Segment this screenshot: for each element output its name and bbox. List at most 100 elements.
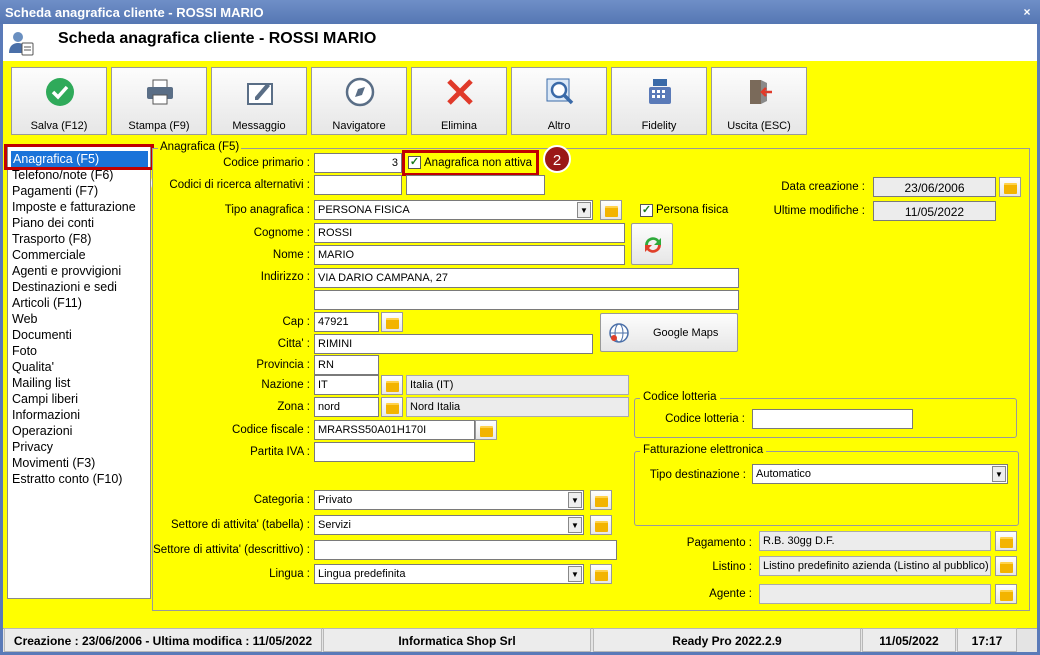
nav-item-commerciale[interactable]: Commerciale [12,247,86,263]
fatturazione-group [634,451,1019,526]
non-attiva-label: Anagrafica non attiva [424,157,533,169]
print-button[interactable]: Stampa (F9) [111,67,207,135]
message-label: Messaggio [232,120,286,132]
folder-icon[interactable] [381,397,403,417]
nav-item-campi-liberi[interactable]: Campi liberi [12,391,78,407]
categoria-value: Privato [318,494,353,506]
refresh-icon [645,237,661,253]
nav-item-trasporto[interactable]: Trasporto (F8) [12,231,91,247]
zona-label: Zona : [277,401,310,413]
indirizzo-field-2[interactable] [314,290,739,310]
cash-register-icon [649,79,671,104]
message-icon [247,83,273,105]
nav-item-piano-conti[interactable]: Piano dei conti [12,215,94,231]
settore-tabella-select[interactable]: Servizi ▼ [314,515,584,535]
fidelity-button[interactable]: Fidelity [611,67,707,135]
categoria-select[interactable]: Privato ▼ [314,490,584,510]
exit-button[interactable]: Uscita (ESC) [711,67,807,135]
settore-descrittivo-field[interactable] [314,540,617,560]
nav-item-qualita[interactable]: Qualita' [12,359,54,375]
cap-field[interactable]: 47921 [314,312,379,332]
nav-item-documenti[interactable]: Documenti [12,327,72,343]
nav-item-web[interactable]: Web [12,311,37,327]
nav-item-mailing[interactable]: Mailing list [12,375,70,391]
data-creazione-field: 23/06/2006 [873,177,996,197]
nazione-field[interactable]: IT [314,375,379,395]
magnifier-icon [546,78,574,105]
folder-icon[interactable] [995,531,1017,551]
agente-field [759,584,991,604]
codici-ricerca-field-1[interactable] [314,175,402,195]
nav-item-movimenti[interactable]: Movimenti (F3) [12,455,95,471]
provincia-field[interactable]: RN [314,355,379,375]
nav-item-privacy[interactable]: Privacy [12,439,53,455]
non-attiva-checkbox[interactable]: ✓ [408,156,421,169]
codice-primario-field[interactable]: 3 [314,153,402,173]
exit-label: Uscita (ESC) [727,120,791,132]
nav-item-imposte[interactable]: Imposte e fatturazione [12,199,136,215]
save-button[interactable]: Salva (F12) [11,67,107,135]
agente-label: Agente : [709,588,752,600]
nome-field[interactable]: MARIO [314,245,625,265]
navigator-button[interactable]: Navigatore [311,67,407,135]
folder-icon[interactable] [600,200,622,220]
folder-icon[interactable] [995,584,1017,604]
status-creation: Creazione : 23/06/2006 - Ultima modifica… [4,628,322,652]
codici-ricerca-field-2[interactable] [406,175,545,195]
partita-iva-field[interactable] [314,442,475,462]
nav-item-articoli[interactable]: Articoli (F11) [12,295,82,311]
delete-button[interactable]: Elimina [411,67,507,135]
nazione-description: Italia (IT) [406,375,629,395]
persona-fisica-checkbox[interactable]: ✓ [640,204,653,217]
folder-icon[interactable] [475,420,497,440]
chevron-down-icon[interactable]: ▼ [992,466,1006,482]
folder-icon[interactable] [590,515,612,535]
folder-icon[interactable] [995,556,1017,576]
pagamento-label: Pagamento : [686,537,752,549]
step-badge-2: 2 [543,145,571,173]
codici-ricerca-label: Codici di ricerca alternativi : [169,179,310,191]
cap-label: Cap : [282,316,311,328]
nav-item-operazioni[interactable]: Operazioni [12,423,72,439]
lotteria-field[interactable] [752,409,913,429]
check-icon [46,78,74,106]
codice-primario-label: Codice primario : [223,157,310,169]
tipo-anagrafica-select[interactable]: PERSONA FISICA ▼ [314,200,593,220]
status-date: 11/05/2022 [862,628,956,652]
search-icon[interactable] [999,177,1021,197]
data-creazione-label: Data creazione : [781,181,865,193]
close-icon[interactable]: × [1020,5,1034,19]
nav-item-destinazioni[interactable]: Destinazioni e sedi [12,279,117,295]
nav-item-informazioni[interactable]: Informazioni [12,407,80,423]
cognome-field[interactable]: ROSSI [314,223,625,243]
chevron-down-icon[interactable]: ▼ [577,202,591,218]
codice-fiscale-field[interactable]: MRARSS50A01H170I [314,420,475,440]
nav-item-estratto-conto[interactable]: Estratto conto (F10) [12,471,122,487]
indirizzo-field[interactable]: VIA DARIO CAMPANA, 27 [314,268,739,288]
tipo-destinazione-select[interactable]: Automatico ▼ [752,464,1008,484]
ultime-modifiche-field: 11/05/2022 [873,201,996,221]
delete-icon [447,79,473,105]
folder-icon[interactable] [590,564,612,584]
lingua-select[interactable]: Lingua predefinita ▼ [314,564,584,584]
nav-item-foto[interactable]: Foto [12,343,37,359]
chevron-down-icon[interactable]: ▼ [568,517,582,533]
citta-field[interactable]: RIMINI [314,334,593,354]
lotteria-group-title: Codice lotteria [640,391,720,403]
folder-icon[interactable] [590,490,612,510]
swap-names-button[interactable] [631,223,673,265]
lotteria-label: Codice lotteria : [665,413,745,425]
nav-item-agenti[interactable]: Agenti e provvigioni [12,263,121,279]
message-button[interactable]: Messaggio [211,67,307,135]
other-button[interactable]: Altro [511,67,607,135]
chevron-down-icon[interactable]: ▼ [568,492,582,508]
other-label: Altro [547,120,571,132]
nav-item-pagamenti[interactable]: Pagamenti (F7) [12,183,98,199]
folder-icon[interactable] [381,375,403,395]
folder-icon[interactable] [381,312,403,332]
chevron-down-icon[interactable]: ▼ [568,566,582,582]
lingua-label: Lingua : [269,568,310,580]
google-maps-button[interactable]: Google Maps [600,313,738,352]
google-maps-label: Google Maps [653,327,719,339]
zona-field[interactable]: nord [314,397,379,417]
